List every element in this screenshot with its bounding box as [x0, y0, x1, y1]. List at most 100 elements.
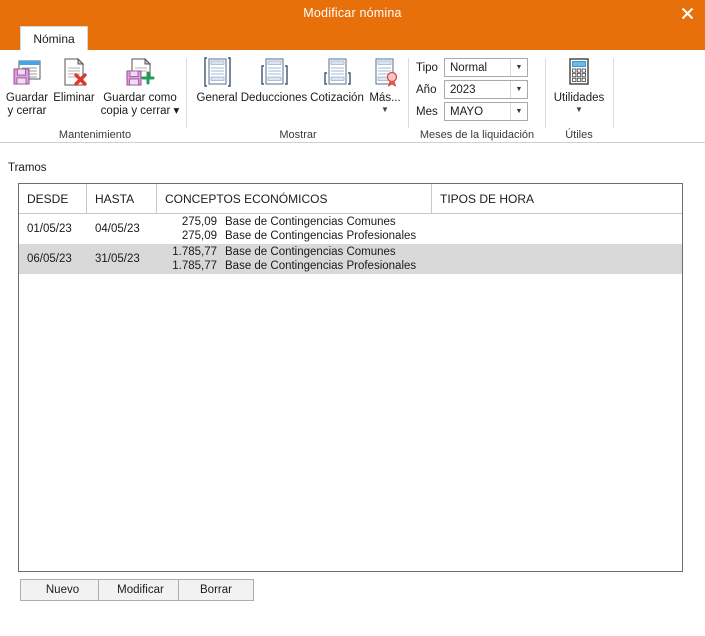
modificar-button[interactable]: Modificar	[98, 579, 183, 601]
ano-dropdown[interactable]: 2023 ▼	[444, 80, 528, 99]
table-header-row: DESDE HASTA CONCEPTOS ECONÓMICOS TIPOS D…	[19, 184, 682, 214]
cell-tipos-de-hora	[432, 214, 682, 244]
concepto-amount: 1.785,77	[172, 260, 217, 272]
ribbon-button-mas[interactable]: Más... ▼	[366, 54, 404, 114]
field-ano: Año 2023 ▼	[416, 80, 528, 99]
window-title: Modificar nómina	[303, 6, 402, 20]
ribbon-button-guardar-como-copia-y-cerrar-label: Guardar como copia y cerrar ▾	[100, 92, 180, 117]
cell-hasta: 31/05/23	[87, 244, 157, 274]
ribbon-button-cotizacion[interactable]: Cotización	[308, 54, 366, 105]
concepto-label: Base de Contingencias Comunes	[225, 246, 396, 258]
ribbon-group-label-mostrar: Mostrar	[279, 129, 317, 141]
field-tipo-label: Tipo	[416, 61, 438, 74]
cell-conceptos-economicos: 275,09 Base de Contingencias Comunes 275…	[157, 214, 432, 244]
ano-value: 2023	[450, 83, 476, 96]
mes-dropdown[interactable]: MAYO ▼	[444, 102, 528, 121]
cell-hasta-value: 04/05/23	[95, 223, 140, 235]
ribbon-group-label-mantenimiento: Mantenimiento	[58, 129, 132, 141]
concepto-line: 1.785,77 Base de Contingencias Comunes	[165, 245, 432, 259]
nuevo-button[interactable]: Nuevo	[20, 579, 105, 601]
concepto-amount: 1.785,77	[172, 246, 217, 258]
field-tipo: Tipo Normal ▼	[416, 58, 528, 77]
concepto-label: Base de Contingencias Profesionales	[225, 260, 417, 272]
calculator-icon	[564, 54, 594, 90]
concepto-label: Base de Contingencias Profesionales	[225, 230, 417, 242]
ribbon-separator-4	[613, 58, 614, 128]
section-label-tramos: Tramos	[8, 162, 47, 174]
column-header-hasta-label: HASTA	[95, 192, 135, 206]
column-header-tipos-de-hora[interactable]: TIPOS DE HORA	[432, 184, 682, 214]
save-copy-icon	[124, 54, 156, 90]
table-row[interactable]: 06/05/23 31/05/23 1.785,77 Base de Conti…	[19, 244, 682, 274]
ribbon-button-guardar-y-cerrar[interactable]: Guardar y cerrar	[4, 54, 50, 118]
tramos-table: DESDE HASTA CONCEPTOS ECONÓMICOS TIPOS D…	[18, 183, 683, 572]
concepto-line: 275,09 Base de Contingencias Profesional…	[165, 229, 432, 243]
ribbon-group-utiles: Utilidades ▼ Útiles	[548, 50, 610, 143]
ribbon-group-mostrar: General Deducciones Cotización Más... ▼ …	[190, 50, 406, 143]
cell-conceptos-economicos: 1.785,77 Base de Contingencias Comunes 1…	[157, 244, 432, 274]
ribbon-group-label-utiles: Útiles	[565, 129, 593, 141]
document-brackets-icon	[322, 54, 352, 90]
ribbon-button-eliminar-label: Eliminar	[53, 92, 95, 104]
ribbon-group-meses-liquidacion: Tipo Normal ▼ Año 2023 ▼ Mes MAYO ▼ Mese…	[412, 50, 542, 143]
ribbon-button-guardar-como-copia-y-cerrar[interactable]: Guardar como copia y cerrar ▾	[96, 54, 184, 118]
ribbon-button-deducciones[interactable]: Deducciones	[240, 54, 308, 105]
concepto-amount: 275,09	[181, 230, 217, 242]
cell-desde: 01/05/23	[19, 214, 87, 244]
ribbon-button-eliminar[interactable]: Eliminar	[52, 54, 96, 105]
cell-desde: 06/05/23	[19, 244, 87, 274]
table-row[interactable]: 01/05/23 04/05/23 275,09 Base de Conting…	[19, 214, 682, 244]
mes-value: MAYO	[450, 105, 484, 118]
concepto-amount: 275,09	[181, 216, 217, 228]
column-header-tipos-de-hora-label: TIPOS DE HORA	[440, 192, 535, 206]
chevron-down-icon[interactable]: ▼	[510, 103, 527, 120]
close-button[interactable]	[669, 0, 705, 26]
cell-desde-value: 01/05/23	[27, 223, 72, 235]
column-header-hasta[interactable]: HASTA	[87, 184, 157, 214]
borrar-button-label: Borrar	[200, 584, 232, 596]
document-brackets-icon	[202, 54, 232, 90]
ribbon-group-label-meses-liquidacion: Meses de la liquidación	[419, 129, 535, 141]
cell-tipos-de-hora	[432, 244, 682, 274]
ribbon-button-utilidades-label: Utilidades	[553, 92, 605, 104]
tab-nomina-label: Nómina	[33, 31, 75, 46]
ribbon-button-general[interactable]: General	[194, 54, 240, 105]
concepto-line: 275,09 Base de Contingencias Comunes	[165, 215, 432, 229]
column-header-desde-label: DESDE	[27, 192, 69, 206]
concepto-label: Base de Contingencias Comunes	[225, 216, 396, 228]
chevron-down-icon[interactable]: ▼	[381, 105, 389, 114]
tipo-dropdown[interactable]: Normal ▼	[444, 58, 528, 77]
ribbon-button-guardar-y-cerrar-label: Guardar y cerrar	[5, 92, 49, 117]
chevron-down-icon[interactable]: ▼	[510, 59, 527, 76]
save-window-icon	[11, 54, 43, 90]
concepto-line: 1.785,77 Base de Contingencias Profesion…	[165, 259, 432, 273]
field-ano-label: Año	[416, 83, 437, 96]
cell-hasta: 04/05/23	[87, 214, 157, 244]
chevron-down-icon[interactable]: ▼	[575, 105, 583, 114]
ribbon-button-mas-label: Más...	[369, 92, 401, 104]
column-header-desde[interactable]: DESDE	[19, 184, 87, 214]
ribbon-button-cotizacion-label: Cotización	[310, 92, 364, 104]
title-bar: Modificar nómina	[0, 0, 705, 26]
field-mes-label: Mes	[416, 105, 438, 118]
cell-desde-value: 06/05/23	[27, 253, 72, 265]
ribbon-button-general-label: General	[196, 92, 238, 104]
ribbon-button-utilidades[interactable]: Utilidades ▼	[548, 54, 610, 114]
ribbon-separator-1	[186, 58, 187, 128]
ribbon: Guardar y cerrar Eliminar Guardar como c…	[0, 50, 705, 143]
tab-nomina[interactable]: Nómina	[20, 26, 88, 50]
modificar-button-label: Modificar	[117, 584, 164, 596]
document-brackets-icon	[259, 54, 289, 90]
tab-strip: Nómina	[0, 26, 705, 50]
ribbon-separator-3	[545, 58, 546, 128]
ribbon-group-mantenimiento: Guardar y cerrar Eliminar Guardar como c…	[0, 50, 190, 143]
column-header-conceptos-economicos[interactable]: CONCEPTOS ECONÓMICOS	[157, 184, 432, 214]
document-delete-icon	[58, 54, 90, 90]
ribbon-button-deducciones-label: Deducciones	[240, 92, 308, 104]
field-mes: Mes MAYO ▼	[416, 102, 528, 121]
nuevo-button-label: Nuevo	[45, 584, 80, 596]
tipo-value: Normal	[450, 61, 488, 74]
chevron-down-icon[interactable]: ▼	[510, 81, 527, 98]
column-header-conceptos-economicos-label: CONCEPTOS ECONÓMICOS	[165, 192, 328, 206]
borrar-button[interactable]: Borrar	[178, 579, 254, 601]
